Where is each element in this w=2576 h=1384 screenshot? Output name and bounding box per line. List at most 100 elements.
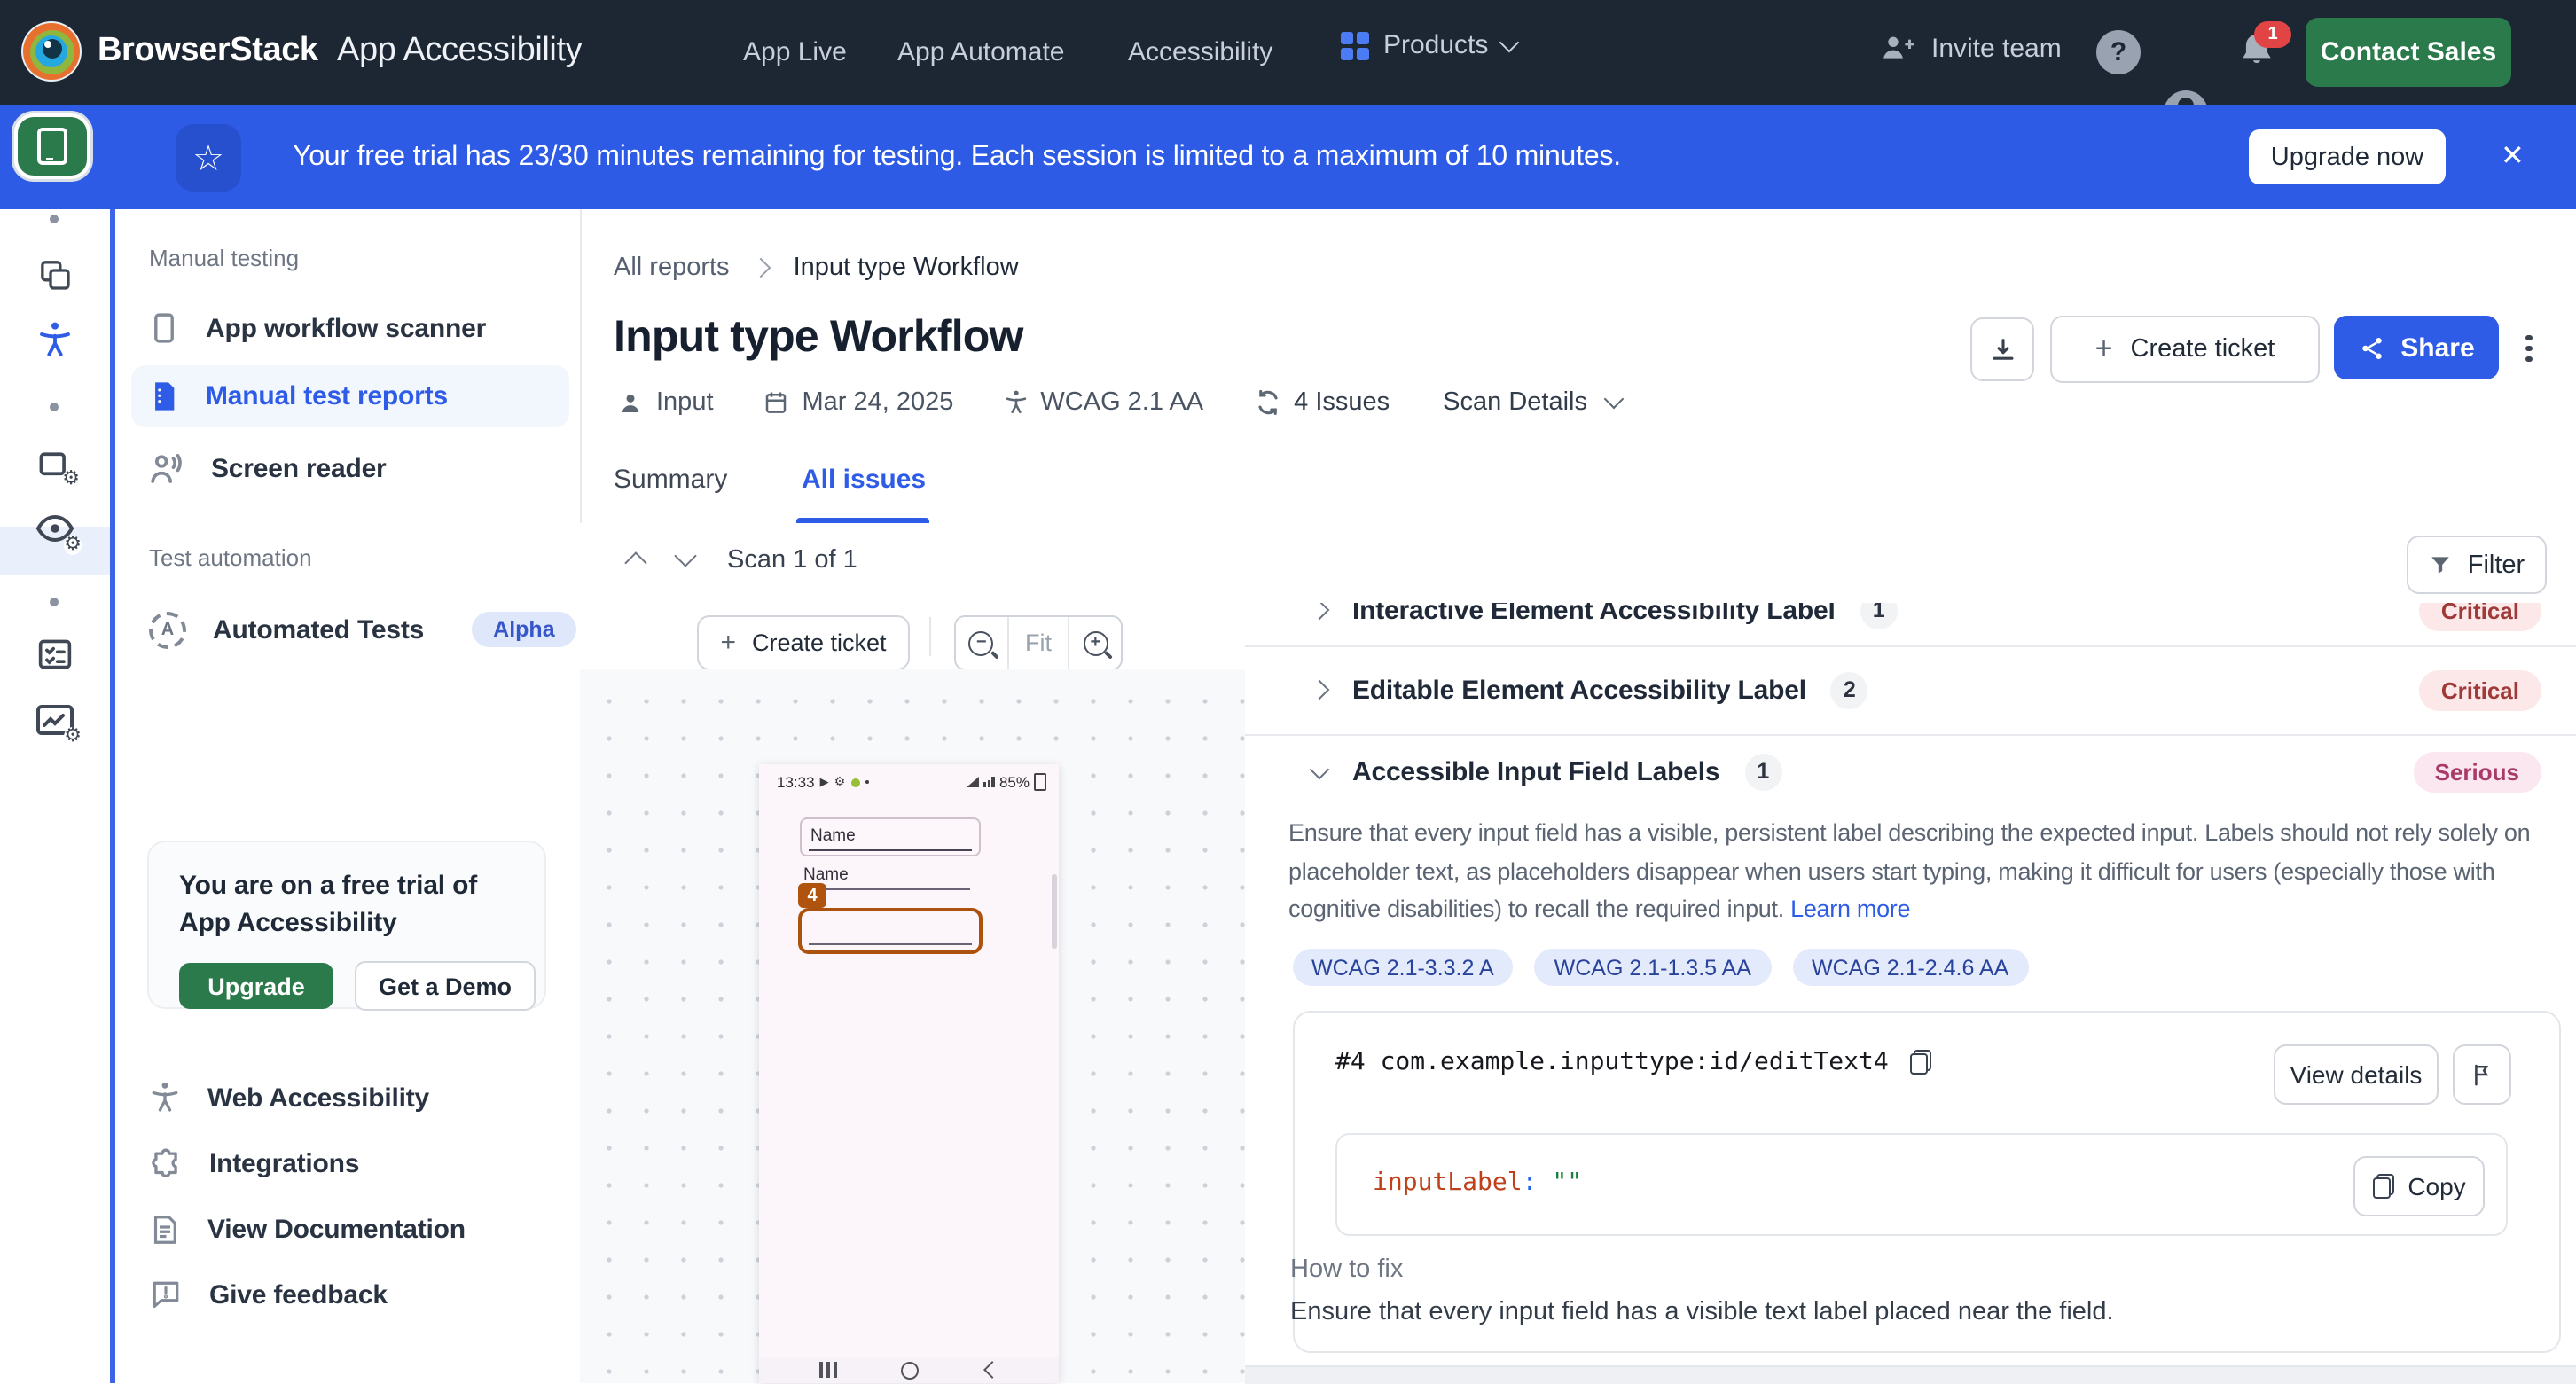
- nav-accessibility[interactable]: Accessibility: [1128, 37, 1272, 67]
- severity-badge: Serious: [2414, 751, 2541, 792]
- products-menu[interactable]: Products: [1341, 30, 1516, 60]
- breadcrumb-chevron-icon: [751, 258, 771, 278]
- invite-team-label: Invite team: [1931, 33, 2062, 63]
- wcag-accessibility-icon: [1003, 387, 1028, 418]
- nav-app-live[interactable]: App Live: [743, 37, 847, 67]
- expand-chevron-icon: [1309, 680, 1329, 700]
- share-button[interactable]: Share: [2334, 316, 2499, 379]
- viewer-canvas[interactable]: 13:33 ▶ ⚙ 85% Name: [580, 669, 1244, 1382]
- device-screenshot[interactable]: 13:33 ▶ ⚙ 85% Name: [759, 764, 1059, 1382]
- screenshot-viewer-panel: + Create ticket − Fit + 13:33 ▶ ⚙: [580, 603, 1246, 1382]
- scan-previous-icon[interactable]: [624, 551, 646, 574]
- plus-icon: +: [720, 628, 736, 658]
- scan-details-dropdown[interactable]: Scan Details: [1443, 388, 1587, 417]
- home-icon: [901, 1361, 919, 1379]
- how-to-fix-label: How to fix: [1290, 1255, 1403, 1284]
- create-ticket-button[interactable]: + Create ticket: [2050, 316, 2320, 383]
- sidebar-link-give-feedback[interactable]: Give feedback: [149, 1270, 587, 1319]
- products-grid-icon: [1341, 31, 1369, 59]
- wcag-tag[interactable]: WCAG 2.1-2.4.6 AA: [1792, 949, 2028, 986]
- issue-row-interactive-element[interactable]: Interactive Element Accessibility Label …: [1244, 603, 2576, 647]
- contact-sales-button[interactable]: Contact Sales: [2306, 18, 2511, 87]
- issue-count-badge: 1: [1860, 603, 1898, 629]
- sidebar-item-manual-test-reports[interactable]: Manual test reports: [131, 365, 569, 427]
- rail-dot-separator: [50, 598, 59, 606]
- copy-code-button[interactable]: Copy: [2353, 1156, 2485, 1216]
- copy-icon[interactable]: [1910, 1050, 1931, 1075]
- phone-battery-percent: 85%: [999, 773, 1030, 791]
- panel-bottom-strip: [1244, 1365, 2576, 1384]
- help-icon[interactable]: ?: [2096, 30, 2141, 74]
- how-to-fix-text: Ensure that every input field has a visi…: [1290, 1298, 2114, 1326]
- product-icon-rail: ⚙ ⚙ ⚙: [0, 209, 115, 1382]
- phone-icon: [149, 310, 179, 346]
- trial-card: You are on a free trial of App Accessibi…: [147, 841, 546, 1009]
- scan-counter: Scan 1 of 1: [727, 546, 857, 575]
- notifications-button[interactable]: 1: [2236, 30, 2281, 74]
- product-name: App Accessibility: [337, 32, 582, 71]
- nav-app-automate[interactable]: App Automate: [897, 37, 1064, 67]
- view-details-button[interactable]: View details: [2274, 1044, 2439, 1105]
- rail-item-test-checklist[interactable]: [35, 637, 74, 672]
- copy-icon: [2372, 1174, 2393, 1199]
- viewer-toolbar: + Create ticket − Fit +: [580, 603, 1244, 670]
- wcag-tag[interactable]: WCAG 2.1-1.3.5 AA: [1535, 949, 1771, 986]
- invite-team-button[interactable]: Invite team: [1880, 30, 2062, 66]
- zoom-out-button[interactable]: −: [956, 617, 1008, 669]
- phone-scrollbar[interactable]: [1052, 874, 1056, 949]
- filter-button[interactable]: Filter: [2407, 536, 2547, 594]
- rail-item-device-settings[interactable]: ⚙: [35, 447, 74, 486]
- play-store-icon: ▶: [820, 775, 829, 789]
- flag-issue-button[interactable]: [2453, 1044, 2511, 1105]
- sidebar-item-label: Manual test reports: [206, 381, 448, 411]
- fit-button[interactable]: Fit: [1008, 617, 1068, 669]
- viewer-create-ticket-button[interactable]: + Create ticket: [697, 615, 910, 670]
- get-a-demo-button[interactable]: Get a Demo: [355, 961, 536, 1011]
- screen-reader-icon: [149, 450, 184, 486]
- brand-name[interactable]: BrowserStack: [98, 32, 318, 71]
- scan-next-icon[interactable]: [674, 544, 696, 567]
- wcag-tag[interactable]: WCAG 2.1-3.3.2 A: [1292, 949, 1514, 986]
- chevron-down-icon[interactable]: [1604, 389, 1625, 410]
- android-icon: [850, 778, 859, 786]
- rail-item-live-testing[interactable]: [37, 257, 73, 293]
- browserstack-logo-icon[interactable]: [21, 21, 82, 82]
- rail-item-app-accessibility[interactable]: [18, 117, 87, 176]
- trial-upgrade-button[interactable]: Upgrade: [179, 963, 333, 1009]
- issue-row-editable-element[interactable]: Editable Element Accessibility Label 2 C…: [1244, 645, 2576, 736]
- tab-summary[interactable]: Summary: [614, 465, 727, 495]
- phone-input-field-1[interactable]: Name: [800, 817, 981, 856]
- issue-marker-badge[interactable]: 4: [798, 883, 826, 908]
- accessibility-person-icon: [149, 1079, 181, 1116]
- element-ref: #4 com.example.inputtype:id/editText4: [1335, 1048, 1889, 1076]
- sidebar-item-app-workflow-scanner[interactable]: App workflow scanner: [149, 301, 587, 355]
- filter-label: Filter: [2468, 551, 2525, 579]
- issues-sync-icon: [1253, 388, 1281, 417]
- sidebar-link-web-accessibility[interactable]: Web Accessibility: [149, 1073, 587, 1122]
- more-options-button[interactable]: [2525, 330, 2532, 366]
- highlighted-input-field[interactable]: [798, 908, 983, 954]
- rail-item-reports-settings[interactable]: ⚙: [34, 702, 76, 741]
- sidebar-link-view-documentation[interactable]: View Documentation: [149, 1204, 587, 1254]
- battery-icon: [1034, 773, 1046, 791]
- learn-more-link[interactable]: Learn more: [1790, 895, 1910, 922]
- sidebar-link-label: Web Accessibility: [207, 1083, 429, 1113]
- banner-close-icon[interactable]: ✕: [2501, 138, 2525, 174]
- download-report-button[interactable]: [1970, 317, 2034, 381]
- rail-item-accessibility-active-icon[interactable]: [37, 319, 73, 362]
- code-snippet-box: inputLabel: "" Copy: [1335, 1133, 2508, 1236]
- sidebar-link-label: Integrations: [209, 1148, 359, 1178]
- section-label-test-automation: Test automation: [149, 544, 312, 571]
- rail-item-visual-settings[interactable]: ⚙: [34, 511, 76, 550]
- breadcrumb-all-reports[interactable]: All reports: [614, 254, 730, 282]
- zoom-in-button[interactable]: +: [1069, 617, 1121, 669]
- issue-row-accessible-input-labels[interactable]: Accessible Input Field Labels 1 Serious: [1244, 734, 2576, 809]
- code-value: "": [1552, 1169, 1582, 1197]
- tab-all-issues[interactable]: All issues: [802, 465, 926, 495]
- sidebar-link-integrations[interactable]: Integrations: [149, 1138, 587, 1188]
- code-separator: :: [1523, 1169, 1538, 1197]
- wifi-icon: [967, 777, 979, 787]
- sidebar-item-screen-reader[interactable]: Screen reader: [149, 442, 587, 495]
- upgrade-now-button[interactable]: Upgrade now: [2249, 129, 2446, 184]
- collapse-chevron-icon: [1309, 759, 1329, 779]
